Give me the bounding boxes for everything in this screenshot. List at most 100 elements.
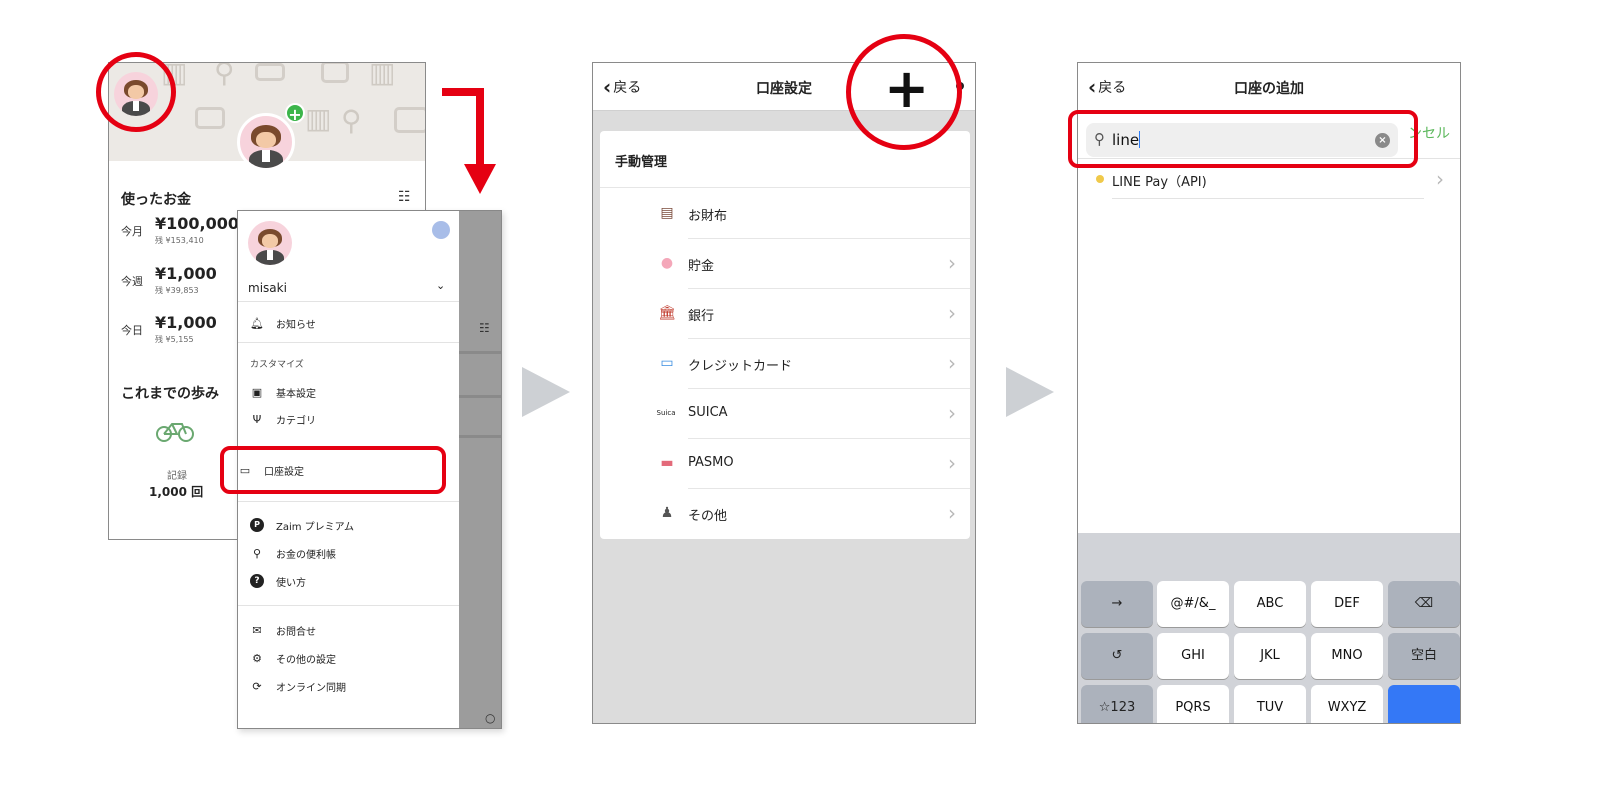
drawer-item-contact[interactable]: ✉ お問合せ (250, 621, 316, 639)
highlight-circle (96, 52, 176, 132)
fork-knife-icon: Ψ (252, 412, 262, 426)
period-label: 今日 (121, 324, 143, 337)
remaining-value: 残 ¥153,410 (155, 236, 204, 245)
key-undo[interactable]: ↺ (1081, 633, 1153, 679)
key-arrow[interactable]: → (1081, 581, 1153, 627)
history-title: これまでの歩み (121, 386, 219, 402)
chevron-right-icon: › (948, 351, 956, 375)
highlight-circle (846, 34, 962, 150)
account-row-suica[interactable]: Suica SUICA › (600, 389, 970, 439)
next-step-arrow-icon (522, 367, 570, 417)
account-row-other[interactable]: ♟ その他 › (600, 489, 970, 539)
search-result-line-pay[interactable]: LINE Pay（API) › (1078, 163, 1460, 199)
key-abc[interactable]: ABC (1234, 581, 1306, 627)
pasmo-icon: ▬ (660, 455, 674, 471)
account-switch-icon[interactable] (432, 221, 450, 239)
highlight-box (1068, 110, 1418, 168)
bell-icon: 🔔︎ (250, 316, 264, 330)
next-step-arrow-icon (1006, 367, 1054, 417)
highlight-box (220, 446, 446, 494)
calendar-icon: ▣ (251, 385, 263, 399)
nav-bar: ‹ 戻る 口座の追加 (1078, 63, 1460, 111)
space-key[interactable]: 空白 (1388, 633, 1460, 679)
card-deco-icon (195, 107, 225, 129)
chevron-right-icon: › (948, 451, 956, 475)
key-symbols[interactable]: @#/&_ (1157, 581, 1229, 627)
record-label: 記録 (167, 471, 187, 482)
money-bag-icon: ♟ (660, 505, 674, 521)
chevron-right-icon: › (1436, 167, 1444, 191)
bicycle-deco-icon: ⚲ (214, 63, 235, 89)
arrow-down-icon (442, 88, 496, 194)
help-icon: ? (250, 574, 264, 588)
key-pqrs[interactable]: PQRS (1157, 685, 1229, 723)
key-mno[interactable]: MNO (1311, 633, 1383, 679)
key-tuv[interactable]: TUV (1234, 685, 1306, 723)
wallet-icon: ▤ (660, 205, 674, 221)
return-key[interactable] (1388, 685, 1460, 723)
backspace-key[interactable]: ⌫ (1388, 581, 1460, 627)
key-wxyz[interactable]: WXYZ (1311, 685, 1383, 723)
account-row-savings[interactable]: ● 貯金 › (600, 239, 970, 289)
period-label: 今月 (121, 225, 143, 238)
remaining-value: 残 ¥39,853 (155, 286, 199, 295)
filter-icon[interactable]: ☷ (398, 189, 411, 205)
amount-value: ¥1,000 (155, 264, 217, 283)
section-title: 手動管理 (615, 155, 668, 170)
mail-icon: ✉ (252, 623, 262, 637)
amount-value: ¥1,000 (155, 313, 217, 332)
drawer-item-basic-settings[interactable]: ▣ 基本設定 (250, 383, 316, 401)
amount-value: ¥100,000 (155, 214, 240, 233)
drawer-item-howto[interactable]: ? 使い方 (250, 572, 306, 590)
dim-overlay[interactable]: ☷ ○ (459, 211, 501, 728)
card-deco-icon (394, 107, 425, 133)
chevron-right-icon: › (948, 401, 956, 425)
bicycle-icon (155, 419, 195, 449)
account-row-credit-card[interactable]: ▭ クレジットカード › (600, 339, 970, 389)
piggy-bank-icon: ● (660, 255, 674, 271)
add-profile-icon[interactable]: + (285, 103, 305, 124)
drawer-item-category[interactable]: Ψ カテゴリ (250, 410, 316, 428)
chart-deco-icon: ▥ (369, 63, 396, 89)
drawer-item-money-guide[interactable]: ⚲ お金の便利帳 (250, 544, 336, 562)
key-def[interactable]: DEF (1311, 581, 1383, 627)
chevron-down-icon[interactable]: ⌄ (436, 279, 445, 292)
suica-icon: Suica (656, 409, 676, 417)
period-label: 今週 (121, 275, 143, 288)
box-deco-icon (321, 63, 349, 83)
account-row-pasmo[interactable]: ▬ PASMO › (600, 439, 970, 489)
premium-icon: P (250, 518, 264, 532)
status-dot-icon (1096, 175, 1104, 183)
username[interactable]: misaki (248, 281, 287, 295)
avatar[interactable] (237, 113, 295, 171)
section-customize: カスタマイズ (250, 360, 304, 370)
gear-icon: ⚙ (252, 651, 262, 665)
account-row-bank[interactable]: 🏛︎ 銀行 › (600, 289, 970, 339)
bicycle-deco-icon: ⚲ (341, 104, 362, 137)
chevron-right-icon: › (948, 501, 956, 525)
key-123[interactable]: ☆123 (1081, 685, 1153, 723)
drawer-item-sync[interactable]: ⟳ オンライン同期 (250, 677, 346, 695)
spent-title: 使ったお金 (121, 192, 191, 208)
keyboard: → @#/&_ ABC DEF ⌫ ↺ GHI JKL MNO 空白 ☆123 … (1078, 533, 1460, 723)
page-title: 口座の追加 (1234, 81, 1304, 97)
card-deco-icon (255, 63, 285, 81)
chevron-right-icon: › (948, 301, 956, 325)
credit-card-icon: ▭ (660, 355, 674, 371)
chart-deco-icon: ▥ (305, 102, 332, 135)
chevron-right-icon: › (948, 251, 956, 275)
manual-accounts-card: 手動管理 ▤ お財布 ● 貯金 › 🏛︎ 銀行 › ▭ クレジットカード › S… (600, 131, 970, 539)
account-row-wallet[interactable]: ▤ お財布 (600, 189, 970, 239)
remaining-value: 残 ¥5,155 (155, 335, 194, 344)
record-count: 1,000 回 (149, 485, 204, 499)
key-ghi[interactable]: GHI (1157, 633, 1229, 679)
search-icon: ⚲ (252, 546, 262, 560)
filter-icon: ☷ (479, 321, 490, 335)
drawer-item-notifications[interactable]: 🔔︎ お知らせ (250, 314, 316, 332)
drawer-item-other-settings[interactable]: ⚙ その他の設定 (250, 649, 336, 667)
circle-icon: ○ (485, 711, 496, 725)
sync-icon: ⟳ (252, 679, 262, 693)
key-jkl[interactable]: JKL (1234, 633, 1306, 679)
drawer-item-premium[interactable]: P Zaim プレミアム (250, 516, 354, 534)
avatar[interactable] (248, 221, 292, 265)
